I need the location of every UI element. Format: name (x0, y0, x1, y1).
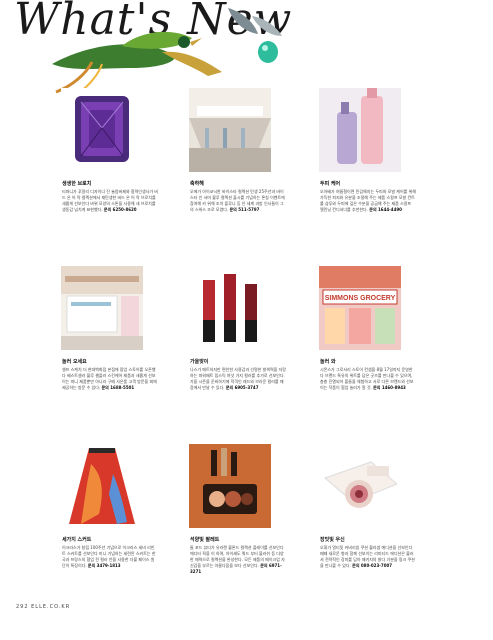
skirt-photo (61, 444, 143, 528)
popup-store-photo (61, 266, 143, 350)
grocery-store-photo: SIMMONS GROCERY (319, 266, 401, 350)
item-grocery: SIMMONS GROCERY 놀러 와 시몬스가 그로서리 스토어 컨셉을 8… (314, 266, 424, 391)
item-celebrate: 축하해 오에가 아이코닉한 바이스타 컬렉션 탄생 25주년과 바이스타 인 서… (184, 88, 294, 213)
event-space-photo (189, 88, 271, 172)
item-contact: 문의 3479-1813 (87, 563, 121, 568)
item-title: 두피 케어 (320, 181, 341, 187)
item-scalp-care: 두피 케어 오아베가 여름철이면 민감해지는 두피와 모발 케어를 위해 가득한… (314, 88, 424, 213)
item-popup-store: 놀러 오세요 셀프 스케치 더 현대백화점 본점에 팝업 스토어를 오픈했다 베… (56, 266, 166, 391)
item-contact: 문의 080-023-7007 (352, 563, 393, 568)
page-folio: 292 ELLE.CO.KR (16, 604, 71, 610)
item-contact: 문의 1688-5501 (101, 385, 135, 390)
item-title: 가을맞이 (190, 359, 209, 365)
item-title: 놀러 와 (320, 359, 336, 365)
item-contact: 문의 1460-8943 (373, 385, 406, 390)
item-title: 생생한 브로치 (62, 181, 92, 187)
item-title: 축하해 (190, 181, 204, 187)
cushion-compact-photo (319, 444, 401, 528)
jewel-bird-brooch-illustration (52, 8, 282, 95)
amethyst-ring-photo (61, 88, 143, 172)
eyeshadow-palette-photo (189, 444, 271, 528)
item-skirt: 세가지 스커트 이크라스가 창립 100주년 기념으로 이크라스 세비 리빈트 … (56, 444, 166, 569)
item-title: 석양빛 팔레트 (190, 537, 220, 543)
item-brooch: 생생한 브로치 티파니가 푸알리 디자이너 진 슐럼버제와 협력인생사가 버드 … (56, 88, 166, 213)
shampoo-bottles-photo (319, 88, 401, 172)
item-contact: 문의 6905-3747 (225, 385, 259, 390)
item-lipstick: 가을맞이 나스가 매트하지만 편안한 사용감과 선명한 발색력을 자랑하는 파워… (184, 266, 294, 391)
item-contact: 문의 6250-8620 (103, 207, 137, 212)
item-title: 놀러 오세요 (62, 359, 87, 365)
item-title: 세가지 스커트 (62, 537, 92, 543)
item-contact: 문의 1644-4490 (369, 207, 402, 212)
item-contact: 문의 511-5797 (229, 207, 260, 212)
item-palette: 석양빛 팔레트 톰 포드 뷰티가 유러렌 블론드 컬렉션 플레이를 선보인다 에… (184, 444, 294, 575)
item-title: 장밋빛 우신 (320, 537, 345, 543)
item-cushion: 장밋빛 우신 오휘가 얼티밋 커버리칭 쿠션 블라썸 에디션을 선보인다 떼떼 … (314, 444, 424, 569)
lipstick-photo (189, 266, 271, 350)
svg-text:SIMMONS GROCERY: SIMMONS GROCERY (325, 295, 396, 302)
